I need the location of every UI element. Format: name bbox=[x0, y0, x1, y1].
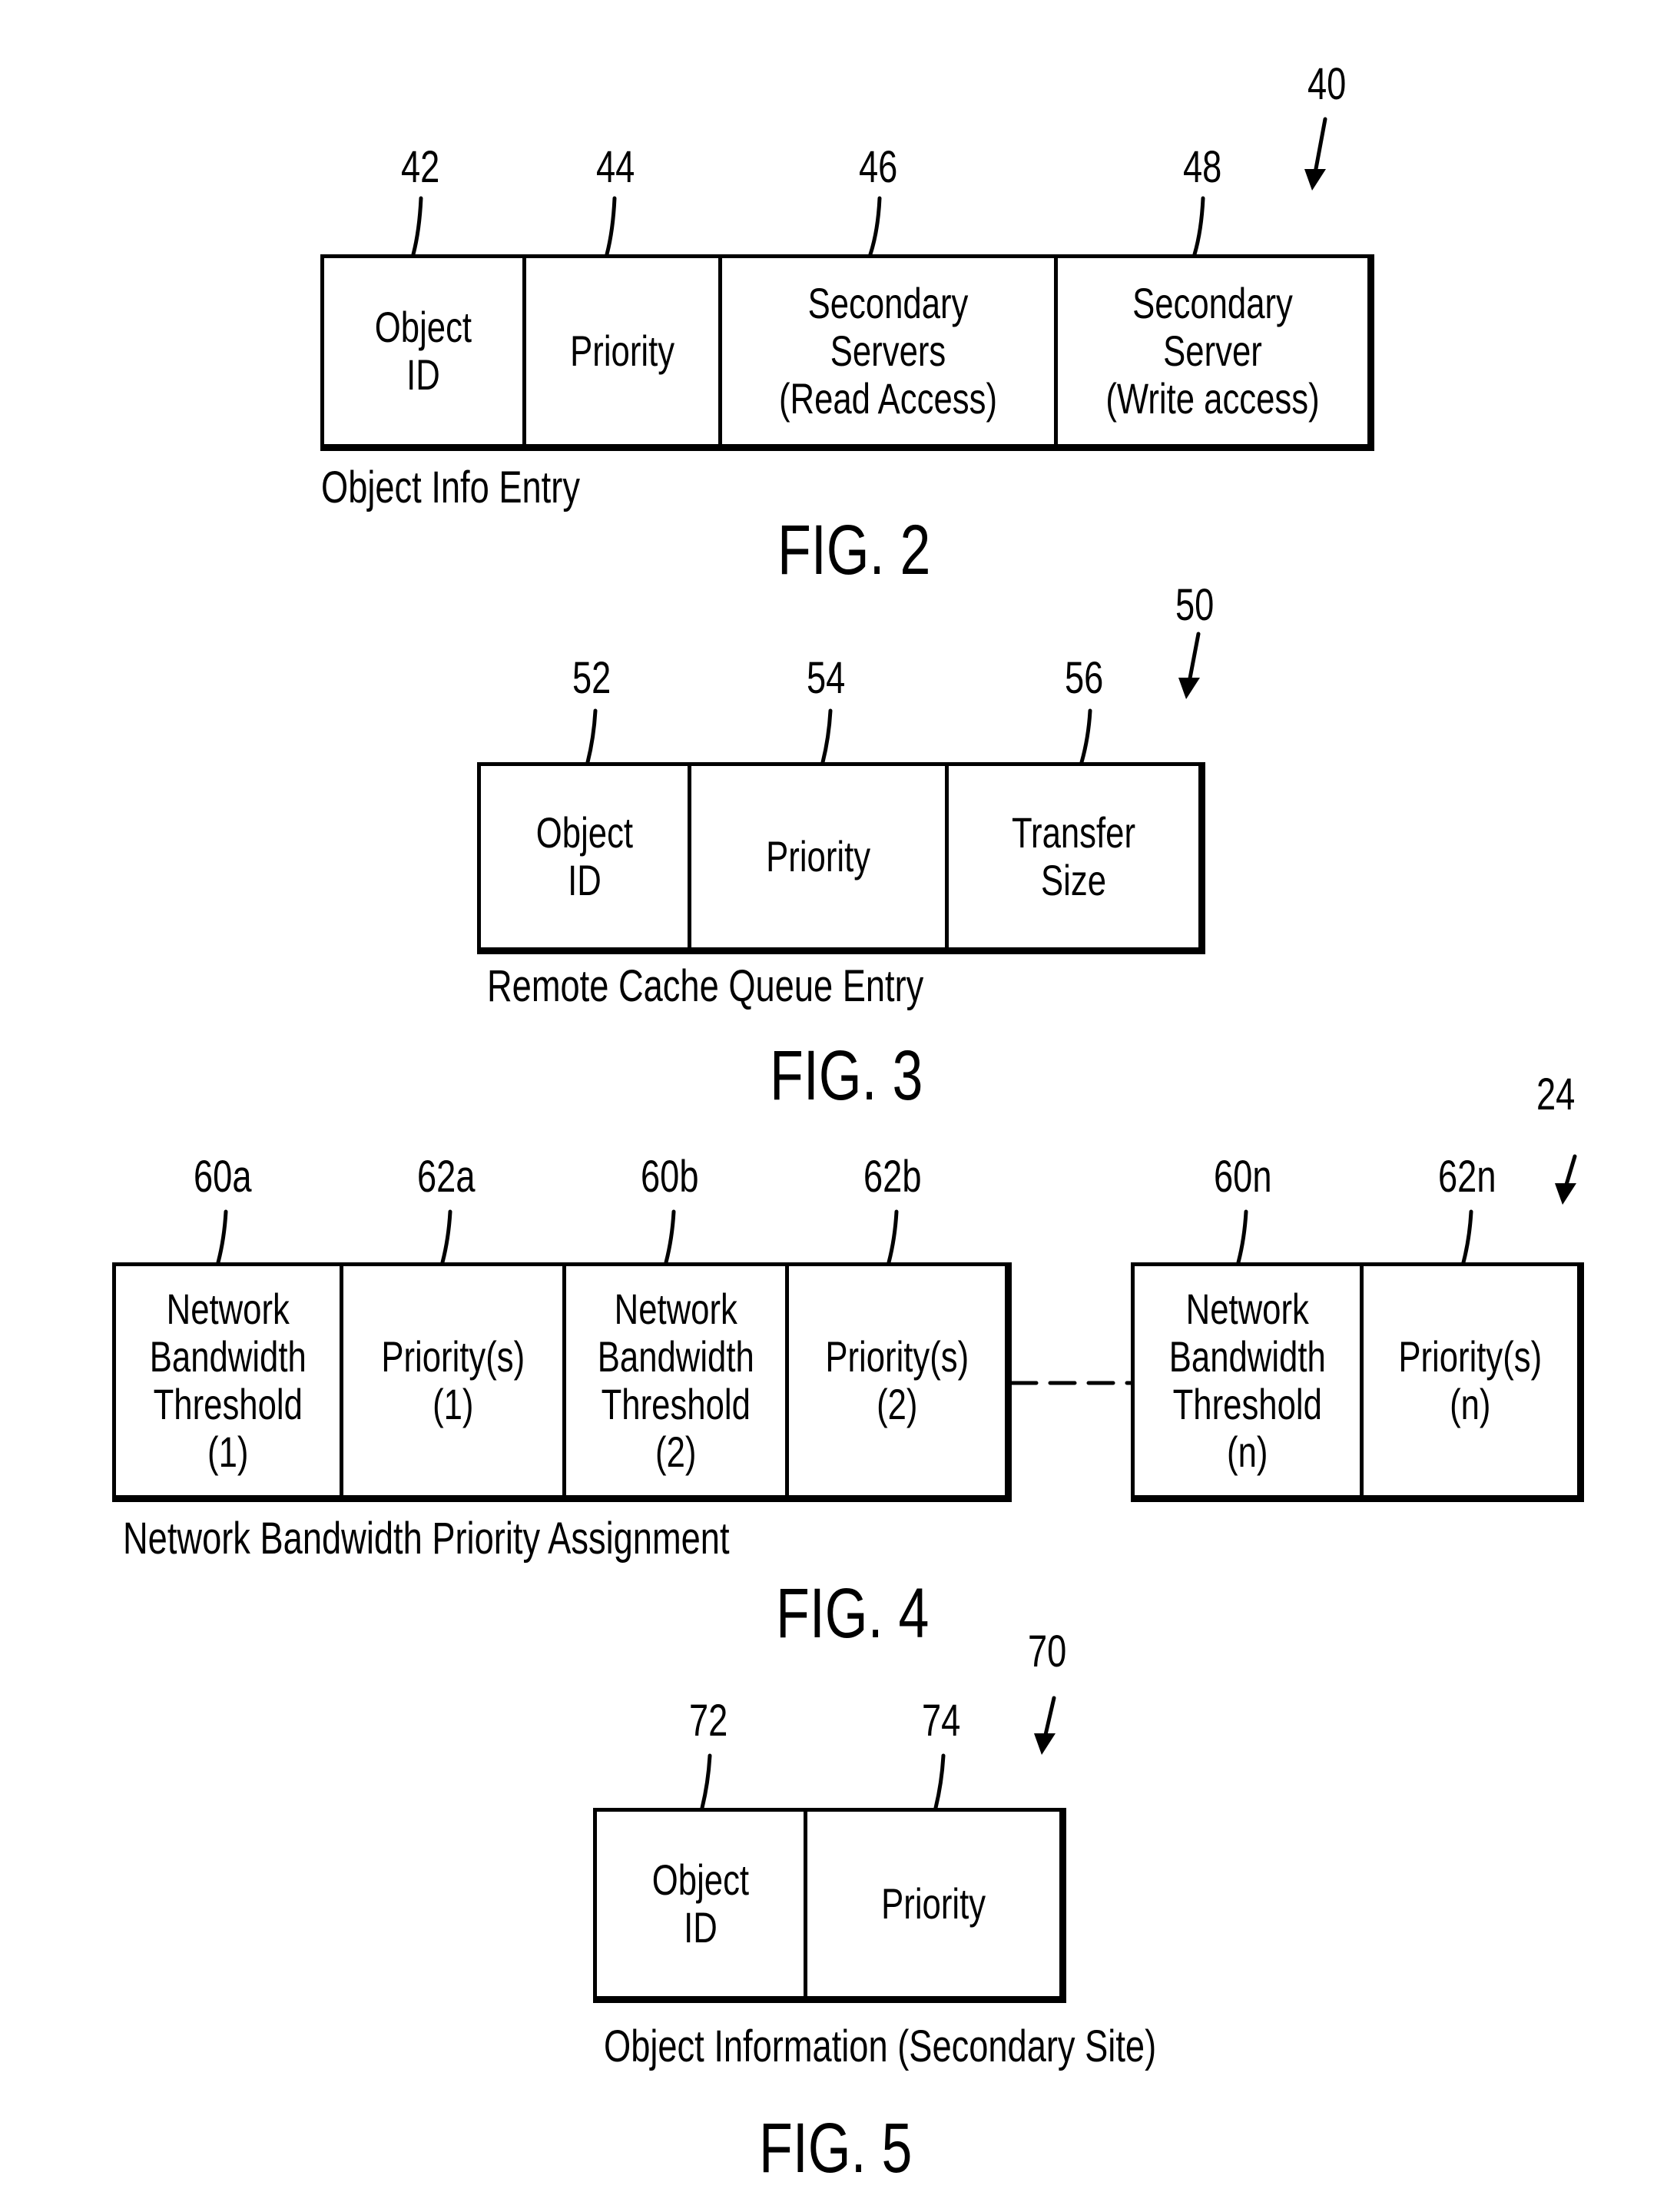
leader-line-62b bbox=[887, 1209, 899, 1265]
field-priority: Priority bbox=[804, 1812, 1059, 1996]
field-label: Network Bandwidth Threshold (n) bbox=[1168, 1285, 1326, 1476]
ref-numeral-62a: 62a bbox=[417, 1152, 476, 1202]
leader-line-48 bbox=[1192, 196, 1205, 257]
object-information-secondary-site-record: Object ID Priority bbox=[593, 1808, 1066, 2003]
caption-object-information-secondary-site: Object Information (Secondary Site) bbox=[604, 2021, 1157, 2071]
ref-numeral-62b: 62b bbox=[863, 1152, 922, 1202]
field-secondary-server-write: Secondary Server (Write access) bbox=[1054, 258, 1367, 444]
leader-line-60a bbox=[216, 1209, 228, 1265]
leader-line-62n bbox=[1461, 1209, 1473, 1265]
leader-line-60b bbox=[664, 1209, 676, 1265]
ref-numeral-72: 72 bbox=[689, 1696, 728, 1746]
leader-line-54 bbox=[820, 708, 833, 764]
field-transfer-size: Transfer Size bbox=[945, 766, 1198, 947]
leader-line-44 bbox=[605, 196, 617, 257]
leader-line-46 bbox=[868, 196, 882, 257]
leader-line-56 bbox=[1079, 708, 1092, 764]
arrow-shaft-50 bbox=[1187, 632, 1201, 685]
field-label: Network Bandwidth Threshold (2) bbox=[597, 1285, 754, 1476]
caption-network-bandwidth-priority-assignment: Network Bandwidth Priority Assignment bbox=[123, 1514, 730, 1564]
ref-numeral-42: 42 bbox=[401, 142, 440, 192]
field-priorities-2: Priority(s) (2) bbox=[785, 1266, 1005, 1495]
field-priorities-1: Priority(s) (1) bbox=[340, 1266, 562, 1495]
field-label: Transfer Size bbox=[1011, 808, 1135, 904]
field-label: Object ID bbox=[374, 303, 472, 399]
field-label: Priority(s) (1) bbox=[381, 1332, 525, 1428]
arrowhead-40-icon bbox=[1304, 169, 1326, 191]
bandwidth-priority-record-left: Network Bandwidth Threshold (1) Priority… bbox=[112, 1262, 1012, 1502]
field-label: Network Bandwidth Threshold (1) bbox=[149, 1285, 307, 1476]
object-info-entry-record: Object ID Priority Secondary Servers (Re… bbox=[320, 254, 1374, 451]
field-label: Secondary Server (Write access) bbox=[1105, 279, 1320, 423]
field-priority: Priority bbox=[522, 258, 718, 444]
ref-numeral-48: 48 bbox=[1183, 142, 1222, 192]
field-object-id: Object ID bbox=[597, 1812, 804, 1996]
leader-line-62a bbox=[440, 1209, 452, 1265]
field-label: Priority bbox=[766, 832, 870, 880]
leader-line-72 bbox=[700, 1753, 712, 1810]
arrow-shaft-70 bbox=[1042, 1696, 1056, 1740]
field-object-id: Object ID bbox=[324, 258, 522, 444]
ref-numeral-56: 56 bbox=[1065, 653, 1104, 703]
field-label: Secondary Servers (Read Access) bbox=[778, 279, 998, 423]
remote-cache-queue-entry-record: Object ID Priority Transfer Size bbox=[477, 762, 1205, 954]
leader-line-42 bbox=[411, 196, 423, 257]
caption-object-info-entry: Object Info Entry bbox=[321, 463, 580, 512]
arrowhead-50-icon bbox=[1178, 678, 1200, 699]
ref-numeral-60b: 60b bbox=[641, 1152, 699, 1202]
field-label: Priority bbox=[881, 1879, 986, 1928]
figure-label-fig3: FIG. 3 bbox=[770, 1036, 923, 1115]
field-priority: Priority bbox=[688, 766, 945, 947]
figure-label-fig2: FIG. 2 bbox=[777, 511, 931, 589]
ref-numeral-70: 70 bbox=[1028, 1627, 1067, 1676]
field-bandwidth-threshold-2: Network Bandwidth Threshold (2) bbox=[562, 1266, 785, 1495]
field-secondary-servers-read: Secondary Servers (Read Access) bbox=[718, 258, 1054, 444]
arrowhead-24-icon bbox=[1555, 1183, 1576, 1205]
field-label: Priority(s) (2) bbox=[825, 1332, 969, 1428]
ref-numeral-50: 50 bbox=[1175, 580, 1215, 630]
field-label: Object ID bbox=[651, 1855, 749, 1952]
ref-numeral-54: 54 bbox=[807, 653, 846, 703]
bandwidth-priority-record-right: Network Bandwidth Threshold (n) Priority… bbox=[1131, 1262, 1584, 1502]
figure-label-fig4: FIG. 4 bbox=[776, 1574, 930, 1653]
leader-line-60n bbox=[1236, 1209, 1248, 1265]
field-priorities-n: Priority(s) (n) bbox=[1360, 1266, 1577, 1495]
ref-numeral-60a: 60a bbox=[194, 1152, 252, 1202]
field-label: Priority(s) (n) bbox=[1398, 1332, 1543, 1428]
leader-line-52 bbox=[585, 708, 598, 764]
figure-label-fig5: FIG. 5 bbox=[759, 2109, 913, 2187]
ref-numeral-46: 46 bbox=[859, 142, 898, 192]
field-bandwidth-threshold-1: Network Bandwidth Threshold (1) bbox=[116, 1266, 340, 1495]
ref-numeral-40: 40 bbox=[1307, 59, 1347, 109]
field-object-id: Object ID bbox=[481, 766, 688, 947]
field-bandwidth-threshold-n: Network Bandwidth Threshold (n) bbox=[1135, 1266, 1360, 1495]
arrow-shaft-40 bbox=[1313, 117, 1327, 175]
caption-remote-cache-queue-entry: Remote Cache Queue Entry bbox=[487, 961, 924, 1011]
ref-numeral-52: 52 bbox=[572, 653, 611, 703]
ref-numeral-62n: 62n bbox=[1438, 1152, 1496, 1202]
arrow-shaft-24 bbox=[1563, 1154, 1577, 1189]
field-label: Object ID bbox=[535, 808, 633, 904]
ref-numeral-24: 24 bbox=[1536, 1070, 1576, 1119]
leader-line-74 bbox=[933, 1753, 946, 1810]
ref-numeral-74: 74 bbox=[922, 1696, 961, 1746]
field-label: Priority bbox=[570, 327, 674, 375]
ref-numeral-44: 44 bbox=[596, 142, 635, 192]
arrowhead-70-icon bbox=[1034, 1733, 1056, 1755]
ref-numeral-60n: 60n bbox=[1214, 1152, 1272, 1202]
